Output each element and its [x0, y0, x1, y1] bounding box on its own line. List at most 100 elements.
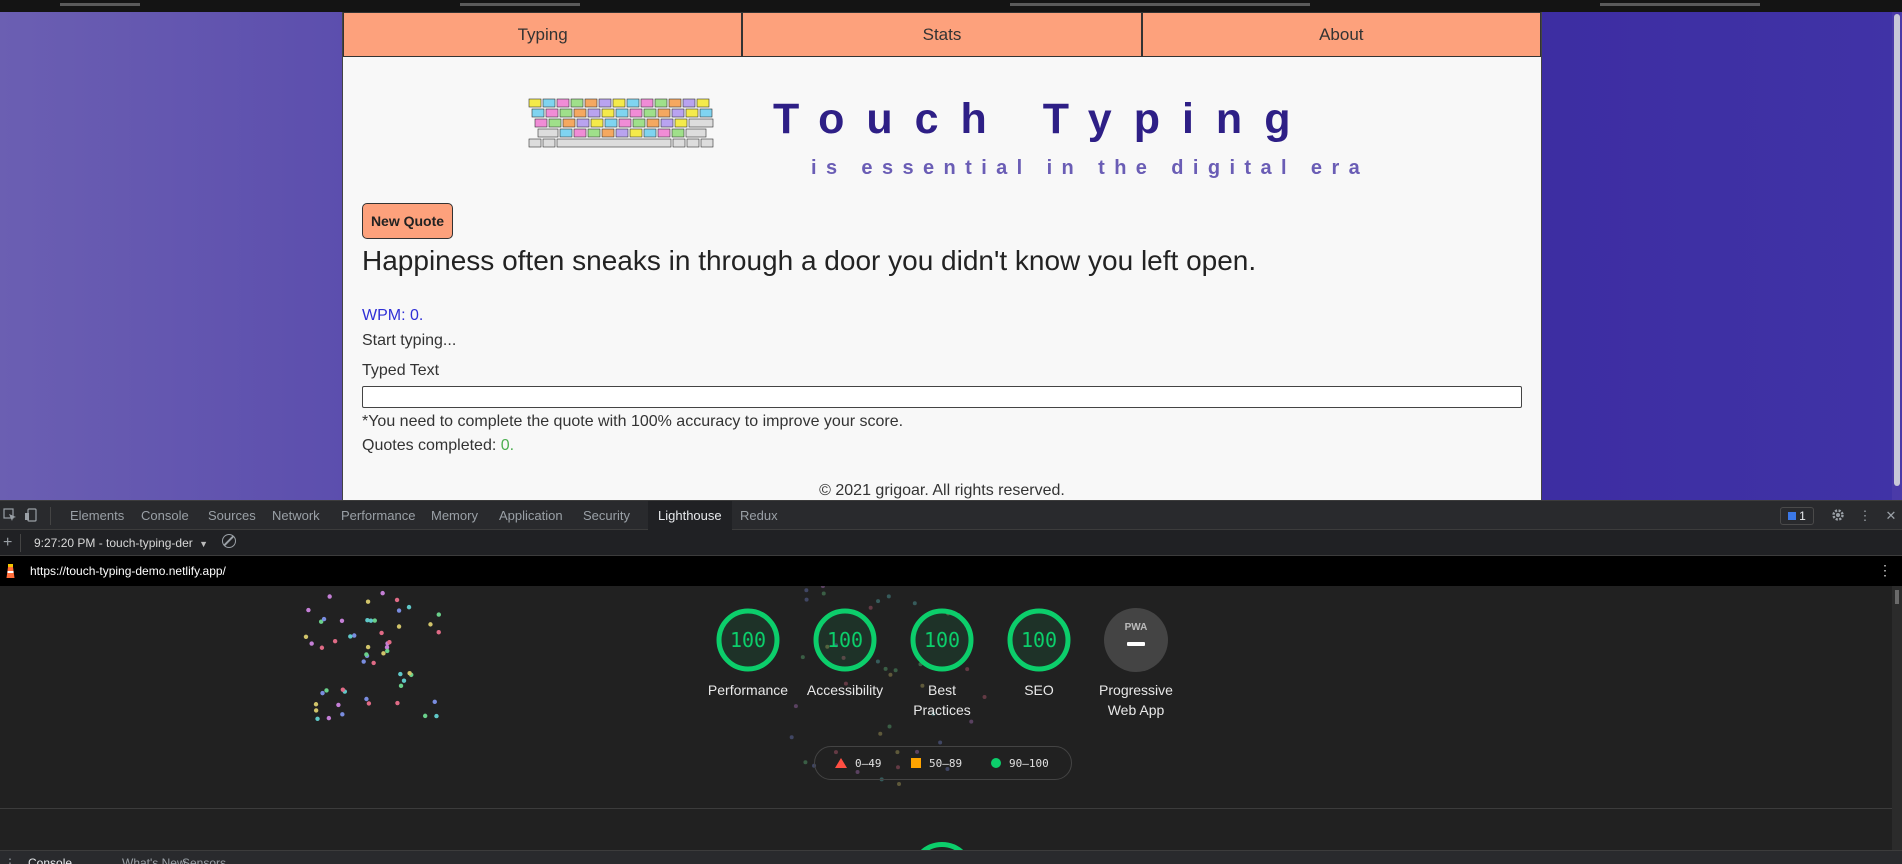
more-menu-icon[interactable]: ⋮ [1857, 508, 1873, 524]
pwa-badge-icon: PWA [1104, 608, 1168, 672]
new-quote-button[interactable]: New Quote [362, 203, 453, 239]
quotes-completed: Quotes completed: 0. [362, 437, 514, 455]
new-report-icon[interactable]: + [3, 534, 12, 552]
tab-elements[interactable]: Elements [60, 501, 134, 531]
score-label: SEO [1024, 682, 1054, 698]
tab-memory[interactable]: Memory [421, 501, 488, 531]
audited-url: https://touch-typing-demo.netlify.app/ [30, 564, 226, 578]
hero-header: Touch Typing is essential in the digital… [343, 57, 1541, 187]
inspect-element-icon[interactable] [2, 508, 18, 524]
tab-redux[interactable]: Redux [730, 501, 788, 531]
confetti-dot [396, 624, 402, 629]
lighthouse-report-bar: + 9:27:20 PM - touch-typing-der ▼ [0, 530, 1902, 556]
accuracy-note: *You need to complete the quote with 100… [362, 413, 904, 430]
drawer-tab-whats-new[interactable]: What's New [122, 856, 186, 864]
gauge-pwa[interactable]: PWA Progressive Web App [1086, 608, 1186, 720]
confetti-dot [878, 731, 883, 736]
wpm-readout: WPM: 0. [362, 307, 424, 324]
quote-text: Happiness often sneaks in through a door… [362, 245, 1257, 276]
report-divider [0, 808, 1892, 809]
page-footer: © 2021 grigoar. All rights reserved. [819, 482, 1065, 499]
clear-report-icon[interactable] [222, 534, 236, 548]
confetti-dot [396, 608, 402, 613]
tab-application[interactable]: Application [489, 501, 573, 531]
drawer-tab-console[interactable]: Console [28, 856, 72, 864]
quotes-completed-label: Quotes completed: [362, 437, 497, 454]
confetti-dot [804, 588, 809, 593]
report-selector[interactable]: 9:27:20 PM - touch-typing-der ▼ [34, 536, 208, 550]
score-label: Performance [707, 682, 789, 698]
nav-about[interactable]: About [1141, 12, 1541, 57]
confetti-dot [789, 735, 794, 740]
confetti-dot [361, 659, 366, 664]
tab-network[interactable]: Network [262, 501, 330, 531]
tab-console[interactable]: Console [131, 501, 199, 531]
confetti-dot [398, 683, 404, 689]
confetti-dot [897, 781, 902, 786]
devtools-tabbar: Elements Console Sources Network Perform… [0, 500, 1902, 531]
confetti-dot [365, 644, 371, 650]
confetti-dot [436, 612, 441, 617]
app-nav: Typing Stats About [343, 12, 1541, 57]
tab-lighthouse[interactable]: Lighthouse [648, 501, 732, 531]
report-menu-icon[interactable]: ⋮ [1878, 562, 1892, 579]
tab-sources[interactable]: Sources [198, 501, 266, 531]
lighthouse-logo-icon [6, 564, 15, 578]
confetti-dot [348, 634, 353, 639]
gauge-best-practices[interactable]: 100 Best Practices [892, 608, 992, 720]
confetti-dot [326, 715, 332, 721]
tab-security[interactable]: Security [573, 501, 640, 531]
confetti-dot [364, 652, 369, 657]
confetti-dot [340, 687, 346, 692]
browser-top-strip [0, 0, 1902, 12]
confetti-dot [327, 594, 332, 599]
page-scrollbar[interactable] [1892, 12, 1902, 500]
confetti-dot [395, 700, 400, 706]
typed-text-input[interactable] [362, 386, 1522, 408]
confetti-dot [803, 760, 808, 765]
confetti-dot [364, 696, 369, 702]
typed-text-label: Typed Text [362, 362, 440, 379]
issues-badge[interactable]: 1 [1780, 507, 1814, 525]
confetti-dot [422, 713, 428, 719]
confetti-dot [912, 601, 917, 606]
confetti-dot [432, 699, 437, 705]
close-devtools-icon[interactable]: ✕ [1883, 508, 1899, 524]
report-scrollbar[interactable] [1892, 586, 1902, 864]
confetti-dot [371, 660, 376, 666]
confetti-dot [886, 594, 891, 599]
drawer-tab-sensors[interactable]: Sensors [182, 856, 226, 864]
devtools-panel: Elements Console Sources Network Perform… [0, 500, 1902, 864]
confetti-dot [407, 671, 412, 676]
gauge-performance[interactable]: 100 Performance [698, 608, 798, 700]
svg-text:PWA: PWA [1125, 622, 1148, 633]
nav-typing[interactable]: Typing [343, 12, 743, 57]
keyboard-icon [527, 97, 727, 165]
confetti-dot [398, 671, 403, 677]
device-toolbar-icon[interactable] [24, 508, 40, 524]
lighthouse-url-bar: https://touch-typing-demo.netlify.app/ ⋮ [0, 556, 1902, 586]
confetti-dot [876, 599, 881, 604]
gauge-accessibility[interactable]: 100 Accessibility [795, 608, 895, 700]
score-label: Progressive Web App [1099, 682, 1173, 718]
confetti-dot [315, 716, 320, 721]
legend-pass: 90–100 [991, 757, 1049, 770]
confetti-dot [938, 740, 943, 745]
confetti-dot [352, 633, 357, 638]
confetti-dot [804, 597, 809, 602]
nav-stats[interactable]: Stats [742, 12, 1142, 57]
confetti-dot [428, 622, 433, 627]
tab-performance[interactable]: Performance [331, 501, 425, 531]
lighthouse-report: 100 Performance 100 Accessibility 100 Be… [0, 586, 1892, 864]
page-viewport: Typing Stats About Touch Typing is essen… [0, 0, 1902, 500]
confetti-dot [340, 712, 345, 717]
gauge-seo[interactable]: 100 SEO [989, 608, 1089, 700]
score-value: 100 [826, 628, 864, 652]
confetti-dot [380, 590, 385, 596]
confetti-dot [820, 586, 825, 589]
score-value: 100 [729, 628, 767, 652]
drawer-menu-icon[interactable]: ⋮ [4, 856, 16, 864]
settings-gear-icon[interactable] [1830, 508, 1846, 524]
drawer-tabbar: ⋮ Console What's New Sensors [0, 850, 1902, 864]
score-label: Accessibility [806, 682, 884, 698]
